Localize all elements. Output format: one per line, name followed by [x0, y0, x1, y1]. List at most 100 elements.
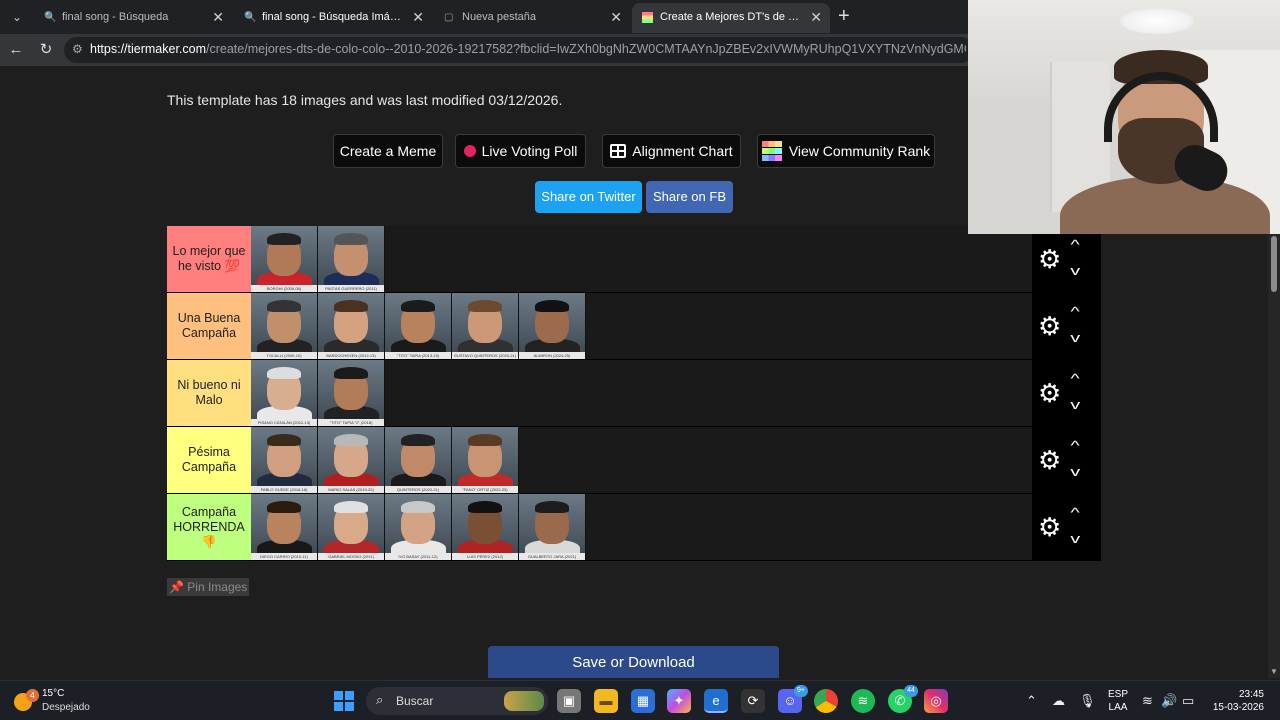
chevron-up-icon[interactable]: ^	[1070, 372, 1079, 386]
clock[interactable]: 23:45 15-03-2026	[1208, 688, 1264, 714]
new-tab-plus-icon[interactable]: +	[838, 5, 850, 27]
coach-hair	[401, 501, 435, 513]
tab-label: final song - Búsqueda	[62, 11, 169, 23]
chevron-down-icon[interactable]: v	[1070, 465, 1080, 479]
chevron-up-icon[interactable]: ^	[1070, 439, 1079, 453]
coach-image[interactable]: GUSTAVO QUINTEROS (2020-21)	[452, 293, 519, 359]
share-facebook-button[interactable]: Share on FB	[646, 181, 733, 213]
alignment-label: Alignment Chart	[632, 143, 733, 159]
windows-start-icon[interactable]	[332, 689, 356, 713]
lang-bottom: LAA	[1108, 702, 1128, 713]
view-community-rank-button[interactable]: View Community Rank	[757, 134, 935, 168]
tab-final-song-search[interactable]: 🔍 final song - Búsqueda ✕	[34, 3, 232, 33]
coach-image[interactable]: QUINTEROS (2020-21)	[385, 427, 452, 493]
coach-image[interactable]: GUALBERTO JARA (2021)	[519, 494, 586, 560]
chevron-down-icon[interactable]: v	[1070, 331, 1080, 345]
gear-icon[interactable]: ⚙	[1038, 312, 1061, 340]
url-field[interactable]: ⚙ https://tiermaker.com/create/mejores-d…	[64, 37, 974, 63]
coach-image[interactable]: TOCALLI (2009-10)	[251, 293, 318, 359]
alignment-chart-button[interactable]: Alignment Chart	[602, 134, 741, 168]
file-explorer-icon[interactable]: ▬	[594, 689, 618, 713]
coach-image[interactable]: "FANO" ORTIZ (2022-23)	[452, 427, 519, 493]
language-indicator[interactable]: ESP LAA	[1108, 688, 1128, 714]
tab-final-song-images[interactable]: 🔍 final song - Búsqueda Imágenes ✕	[234, 3, 432, 33]
scrollbar-thumb[interactable]	[1271, 236, 1277, 292]
coach-image[interactable]: DIEGO CARRIO (2010-11)	[251, 494, 318, 560]
whatsapp-icon[interactable]: ✆ 44	[888, 685, 918, 713]
task-view-icon[interactable]: ▣	[557, 689, 581, 713]
coach-image[interactable]: BARDOCHEVEN (2012-13)	[318, 293, 385, 359]
coach-image[interactable]: "TITO" TAPIA "2" (2018)	[318, 360, 385, 426]
coach-hair	[401, 300, 435, 312]
tier-label[interactable]: Campaña HORRENDA 👎	[167, 494, 251, 560]
tab-new-tab[interactable]: ▢ Nueva pestaña ✕	[434, 3, 630, 33]
coach-image[interactable]: LUIS PÉREZ (2012)	[452, 494, 519, 560]
live-voting-poll-button[interactable]: Live Voting Poll	[455, 134, 586, 168]
coach-hair	[535, 300, 569, 312]
tier-label[interactable]: Lo mejor que he visto 💯	[167, 226, 251, 292]
search-highlight-image	[504, 691, 544, 711]
spotify-icon[interactable]: ≋	[851, 689, 875, 713]
tier-label[interactable]: Pésima Campaña	[167, 427, 251, 493]
share-twitter-button[interactable]: Share on Twitter	[535, 181, 642, 213]
newtab-icon: ▢	[444, 12, 454, 23]
chrome-icon[interactable]	[814, 689, 838, 713]
chevron-down-icon[interactable]: v	[1070, 398, 1080, 412]
save-or-download-button[interactable]: Save or Download	[488, 646, 779, 678]
coach-caption: "TITO" TAPIA (2013-15)	[385, 352, 451, 359]
taskbar: 4 15°C Despejado ⌕ Buscar ▣ ▬ ▦ ✦ e ⟳ ☺ 9…	[0, 680, 1280, 720]
tier-label[interactable]: Ni bueno ni Malo	[167, 360, 251, 426]
close-icon[interactable]: ✕	[412, 3, 424, 31]
wifi-icon[interactable]: ≋	[1142, 693, 1153, 709]
coach-image[interactable]: PISANO CATALÁN (2012-13)	[251, 360, 318, 426]
chevron-down-icon[interactable]: v	[1070, 264, 1080, 278]
template-info-text: This template has 18 images and was last…	[167, 92, 563, 108]
chevron-up-icon[interactable]: ^	[1070, 506, 1079, 520]
close-icon[interactable]: ✕	[212, 3, 224, 31]
microphone-icon[interactable]: 🎙	[1079, 693, 1096, 709]
edge-browser-icon[interactable]: e	[704, 689, 728, 713]
tab-tiermaker[interactable]: Create a Mejores DT's de Colo-Colo ✕	[632, 3, 830, 33]
create-meme-button[interactable]: Create a Meme	[333, 134, 443, 168]
coach-hair	[267, 434, 301, 446]
coach-image[interactable]: PASTAS GUERRERO (2011)	[318, 226, 385, 292]
close-icon[interactable]: ✕	[810, 3, 822, 31]
coach-image[interactable]: IVO BASAY (2011-12)	[385, 494, 452, 560]
scroll-down-icon[interactable]: ▼	[1270, 667, 1278, 676]
chevron-up-icon[interactable]: ⌃	[1026, 693, 1037, 709]
chevron-down-icon[interactable]: v	[1070, 532, 1080, 546]
gear-icon[interactable]: ⚙	[1038, 513, 1061, 541]
share-twitter-label: Share on Twitter	[541, 189, 636, 204]
coach-caption: DIEGO CARRIO (2010-11)	[251, 553, 317, 560]
tier-label[interactable]: Una Buena Campaña	[167, 293, 251, 359]
gear-icon[interactable]: ⚙	[1038, 245, 1061, 273]
chevron-up-icon[interactable]: ^	[1070, 305, 1079, 319]
coach-hair	[334, 300, 368, 312]
site-info-icon[interactable]: ⚙	[72, 42, 83, 56]
chevron-up-icon[interactable]: ^	[1070, 238, 1079, 252]
close-icon[interactable]: ✕	[610, 3, 622, 31]
store-icon[interactable]: ▦	[631, 689, 655, 713]
instagram-icon[interactable]: ◎	[924, 689, 948, 713]
coach-image[interactable]: BORGHI (2006-08)	[251, 226, 318, 292]
back-arrow-icon[interactable]: ←	[6, 40, 26, 60]
gear-icon[interactable]: ⚙	[1038, 446, 1061, 474]
battery-icon[interactable]: ▭	[1182, 693, 1194, 709]
volume-icon[interactable]: 🔊	[1161, 693, 1177, 709]
reload-icon[interactable]: ↻	[36, 40, 56, 60]
discord-icon[interactable]: ☺ 9+	[778, 685, 808, 713]
coach-image[interactable]: MARIO SALAS (2019-20)	[318, 427, 385, 493]
tool-app-icon[interactable]: ⟳	[741, 689, 765, 713]
onedrive-icon[interactable]: ☁	[1052, 693, 1065, 709]
gear-icon[interactable]: ⚙	[1038, 379, 1061, 407]
copilot-icon[interactable]: ✦	[667, 689, 691, 713]
coach-caption: PABLO GUEDE (2016-18)	[251, 486, 317, 493]
coach-image[interactable]: "TITO" TAPIA (2013-15)	[385, 293, 452, 359]
taskbar-search[interactable]: ⌕ Buscar	[366, 687, 548, 715]
tab-search-menu-button[interactable]: ⌄	[6, 6, 28, 28]
coach-image[interactable]: PABLO GUEDE (2016-18)	[251, 427, 318, 493]
pin-images-button[interactable]: 📌 Pin Images	[167, 578, 250, 596]
coach-image[interactable]: ALMIRON (2024-25)	[519, 293, 586, 359]
coach-image[interactable]: GABRIEL MOSSO (2011)	[318, 494, 385, 560]
share-facebook-label: Share on FB	[653, 189, 726, 204]
